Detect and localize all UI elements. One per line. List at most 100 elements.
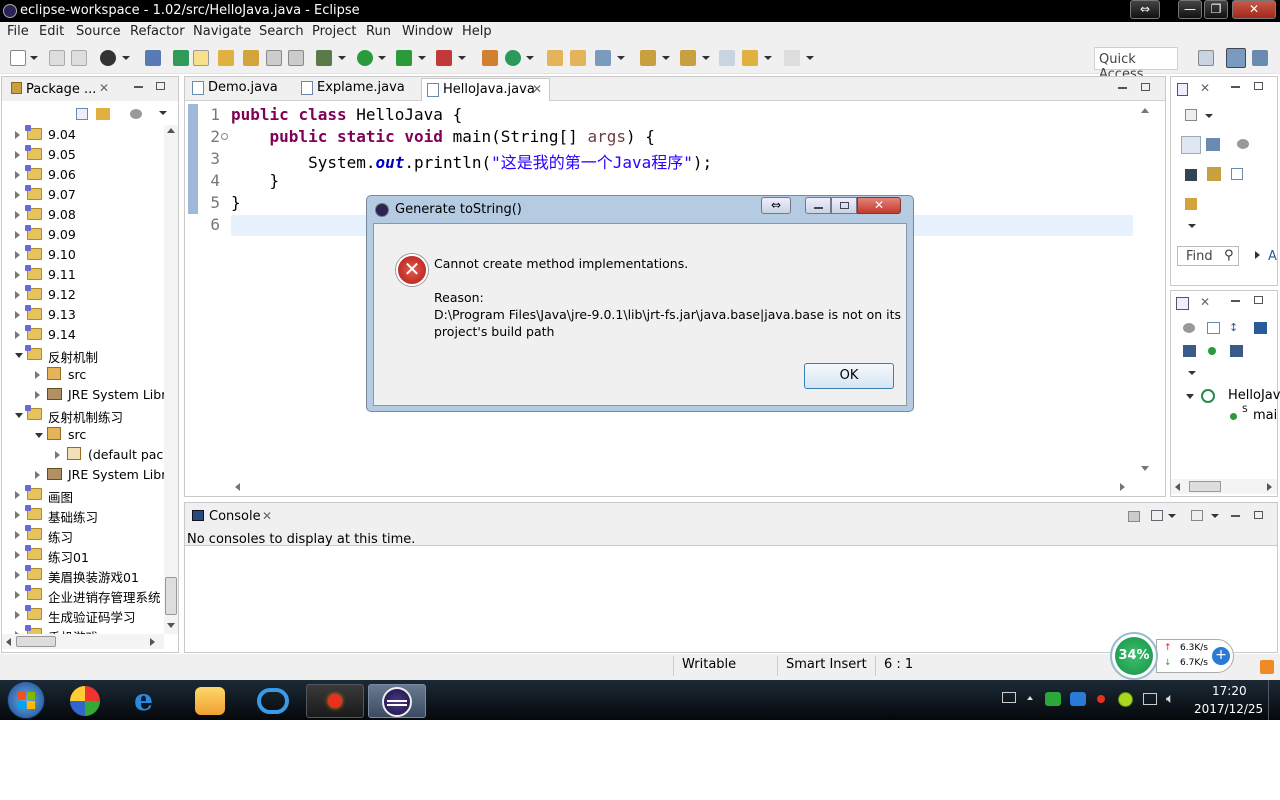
- link-with-editor-icon[interactable]: [96, 108, 110, 120]
- dialog-maximize-button[interactable]: [831, 197, 857, 214]
- editor-minimize-icon[interactable]: [1118, 87, 1127, 89]
- expand-arrow-icon[interactable]: [15, 611, 20, 619]
- task-list-icon[interactable]: [1177, 83, 1188, 96]
- menu-search[interactable]: Search: [259, 24, 304, 39]
- view-menu-icon[interactable]: [159, 111, 167, 115]
- find-field[interactable]: Find ⚲: [1177, 246, 1239, 266]
- tray-action-center-icon[interactable]: [1143, 693, 1157, 705]
- window-maximize-button[interactable]: ❐: [1204, 0, 1228, 19]
- hide-static-icon[interactable]: [1183, 345, 1196, 357]
- code-line[interactable]: System.out.println("这是我的第一个Java程序");: [231, 149, 712, 173]
- external-tools-icon[interactable]: [436, 50, 452, 66]
- expand-arrow-icon[interactable]: [15, 271, 20, 279]
- expand-arrow-icon[interactable]: [15, 171, 20, 179]
- show-desktop-button[interactable]: [1268, 680, 1280, 720]
- collapse-arrow-icon[interactable]: [15, 413, 23, 418]
- expand-arrow-icon[interactable]: [15, 531, 20, 539]
- menu-refactor[interactable]: Refactor: [130, 24, 185, 39]
- clock-date[interactable]: 2017/12/25: [1194, 702, 1263, 716]
- open-console-dropdown-icon[interactable]: [1211, 514, 1219, 518]
- next-annotation-dropdown-icon[interactable]: [662, 56, 670, 60]
- task-list-maximize-icon[interactable]: [1254, 82, 1263, 90]
- profile-dropdown-icon[interactable]: [122, 56, 130, 60]
- show-whitespace-icon[interactable]: [288, 50, 304, 66]
- code-line[interactable]: public static void main(String[] args) {: [231, 127, 655, 146]
- console-close-icon[interactable]: ✕: [262, 509, 272, 523]
- tab-hellojava-java[interactable]: HelloJava.java ✕: [421, 78, 550, 101]
- editor-vertical-scrollbar[interactable]: [1138, 104, 1152, 476]
- outline-close-icon[interactable]: ✕: [1200, 295, 1210, 309]
- expand-arrow-icon[interactable]: [15, 251, 20, 259]
- tray-sogou-icon[interactable]: [1045, 692, 1061, 706]
- last-edit-location-icon[interactable]: [719, 50, 735, 66]
- hide-fields-icon[interactable]: [1254, 322, 1267, 334]
- tree-horizontal-scrollbar[interactable]: [2, 634, 164, 649]
- scroll-right-icon[interactable]: [1120, 483, 1125, 491]
- back-icon[interactable]: [742, 50, 758, 66]
- window-minimize-button[interactable]: —: [1178, 0, 1202, 19]
- scroll-left-icon[interactable]: [235, 483, 240, 491]
- task-list-minimize-icon[interactable]: [1231, 86, 1240, 88]
- menu-source[interactable]: Source: [76, 24, 121, 39]
- tree-item[interactable]: 9.06: [2, 165, 164, 185]
- new-file-icon[interactable]: [10, 50, 26, 66]
- scroll-down-icon[interactable]: [167, 623, 175, 628]
- collapse-arrow-icon[interactable]: [15, 353, 23, 358]
- scroll-right-icon[interactable]: [1267, 483, 1272, 491]
- tree-item[interactable]: 美眉换装游戏01: [2, 565, 164, 585]
- scroll-h-thumb[interactable]: [1189, 481, 1221, 492]
- new-java-class-icon[interactable]: [505, 50, 521, 66]
- taskbar-ie-icon[interactable]: e: [120, 684, 178, 718]
- tree-item[interactable]: 9.08: [2, 205, 164, 225]
- code-line[interactable]: }: [231, 171, 280, 190]
- tree-item[interactable]: 9.11: [2, 265, 164, 285]
- ok-button[interactable]: OK: [804, 363, 894, 389]
- run-dropdown-icon[interactable]: [378, 56, 386, 60]
- tree-item[interactable]: 反射机制: [2, 345, 164, 365]
- expand-arrow-icon[interactable]: [15, 491, 20, 499]
- scroll-up-icon[interactable]: [1141, 108, 1149, 113]
- fold-collapse-icon[interactable]: [221, 133, 228, 140]
- hide-nonpublic-icon[interactable]: [1208, 347, 1216, 355]
- outline-horizontal-scrollbar[interactable]: [1171, 479, 1277, 494]
- scroll-left-icon[interactable]: [6, 638, 11, 646]
- expand-arrow-icon[interactable]: [15, 511, 20, 519]
- status-insert-mode[interactable]: Smart Insert: [786, 657, 867, 672]
- open-folder-icon[interactable]: [570, 50, 586, 66]
- categorize-icon[interactable]: [1181, 136, 1201, 154]
- expand-arrow-icon[interactable]: [15, 151, 20, 159]
- accelerate-plus-icon[interactable]: +: [1212, 647, 1230, 665]
- expand-arrow-icon[interactable]: [35, 471, 40, 479]
- tray-volume-icon[interactable]: 🔈︎: [1166, 691, 1174, 707]
- menu-file[interactable]: File: [7, 24, 29, 39]
- toggle-block-selection-icon[interactable]: [218, 50, 234, 66]
- tree-item[interactable]: 9.12: [2, 285, 164, 305]
- coverage-icon[interactable]: [396, 50, 412, 66]
- menu-navigate[interactable]: Navigate: [193, 24, 251, 39]
- tree-item[interactable]: src: [2, 365, 164, 385]
- expand-arrow-icon[interactable]: [15, 231, 20, 239]
- new-task-icon[interactable]: [1185, 109, 1197, 121]
- previous-annotation-icon[interactable]: [680, 50, 696, 66]
- tree-vertical-scrollbar[interactable]: [164, 125, 178, 634]
- tree-item[interactable]: src: [2, 425, 164, 445]
- console-title[interactable]: Console: [209, 509, 261, 524]
- outline-maximize-icon[interactable]: [1254, 296, 1263, 304]
- code-line[interactable]: }: [231, 193, 241, 212]
- task-view-menu-icon[interactable]: [1188, 224, 1196, 228]
- keyboard-icon[interactable]: [1002, 692, 1016, 703]
- collapse-all-icon[interactable]: [1207, 322, 1220, 334]
- skip-breakpoints-icon[interactable]: [145, 50, 161, 66]
- tray-record-icon[interactable]: [1097, 695, 1105, 703]
- pin-console-icon[interactable]: [1128, 511, 1140, 522]
- tray-360-icon[interactable]: [1118, 692, 1133, 707]
- collapse-tasks-icon[interactable]: [1185, 169, 1197, 181]
- taskbar-360-icon[interactable]: [56, 684, 114, 718]
- debug-icon[interactable]: [316, 50, 332, 66]
- tree-item[interactable]: 企业进销存管理系统: [2, 585, 164, 605]
- outline-view-menu-icon[interactable]: [1188, 371, 1196, 375]
- new-class-dropdown-icon[interactable]: [526, 56, 534, 60]
- outline-class-label[interactable]: HelloJav: [1228, 388, 1280, 403]
- console-maximize-icon[interactable]: [1254, 511, 1263, 519]
- start-button[interactable]: [7, 681, 45, 719]
